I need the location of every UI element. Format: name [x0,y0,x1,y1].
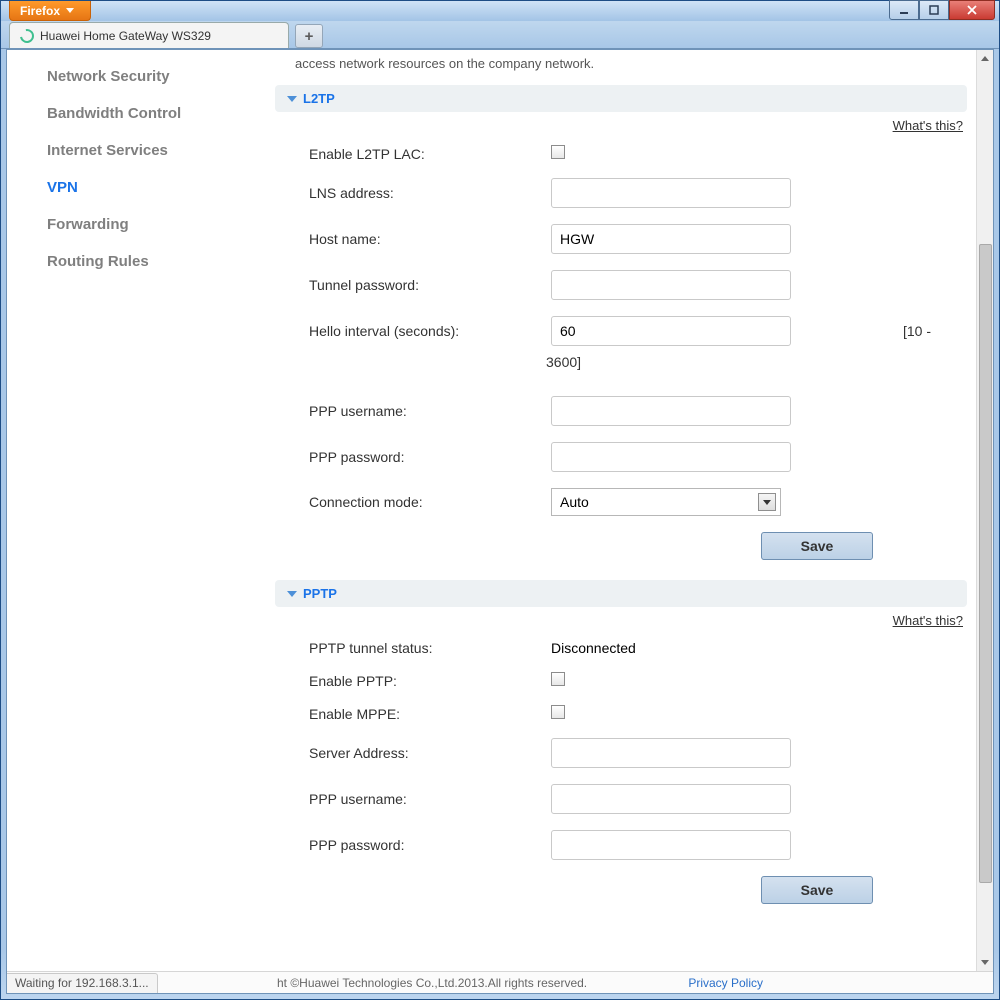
conn-mode-label: Connection mode: [275,480,545,524]
dropdown-icon [758,493,776,511]
conn-mode-select[interactable]: Auto [551,488,781,516]
scrollbar-track[interactable] [978,67,993,954]
pptp-form: PPTP tunnel status: Disconnected Enable … [275,632,967,868]
tab-title: Huawei Home GateWay WS329 [40,29,211,43]
l2tp-form: Enable L2TP LAC: LNS address: Host name: [275,137,967,524]
enable-mppe-checkbox[interactable] [551,705,565,719]
lns-address-label: LNS address: [275,170,545,216]
chevron-down-icon [287,96,297,102]
whats-this-l2tp-link[interactable]: What's this? [893,118,963,133]
sidebar-item-vpn[interactable]: VPN [7,169,267,206]
sidebar-item-forwarding[interactable]: Forwarding [7,206,267,243]
window-controls [889,0,995,20]
hello-interval-label: Hello interval (seconds): [275,308,545,354]
conn-mode-value: Auto [560,494,589,510]
section-pptp-header[interactable]: PPTP [275,580,967,607]
hello-range-suffix: [10 - [897,308,967,354]
tab-favicon-icon [17,26,36,45]
hello-range-below: 3600] [545,354,897,388]
window-titlebar: Firefox [1,1,999,21]
host-name-input[interactable] [551,224,791,254]
l2tp-ppp-user-input[interactable] [551,396,791,426]
browser-tabstrip: Huawei Home GateWay WS329 + [1,21,999,49]
footer-copyright: ht ©Huawei Technologies Co.,Ltd.2013.All… [277,976,587,990]
content-scrollbar[interactable] [976,50,993,971]
browser-status-bar: Waiting for 192.168.3.1... [7,973,158,993]
minimize-button[interactable] [889,0,919,20]
sidebar-item-network-security[interactable]: Network Security [7,58,267,95]
footer-privacy-link[interactable]: Privacy Policy [688,976,763,990]
firefox-menu-button[interactable]: Firefox [9,1,91,21]
pptp-save-button[interactable]: Save [761,876,873,904]
l2tp-ppp-user-label: PPP username: [275,388,545,434]
l2tp-enable-label: Enable L2TP LAC: [275,137,545,170]
enable-pptp-checkbox[interactable] [551,672,565,686]
page-viewport: Network Security Bandwidth Control Inter… [6,49,994,994]
tunnel-password-input[interactable] [551,270,791,300]
sidebar-item-routing-rules[interactable]: Routing Rules [7,243,267,280]
l2tp-save-button[interactable]: Save [761,532,873,560]
scroll-down-icon[interactable] [978,954,993,971]
pptp-status-value: Disconnected [545,632,897,664]
app-window: Firefox Huawei Home GateWay WS329 + [0,0,1000,1000]
pptp-ppp-user-label: PPP username: [275,776,545,822]
pptp-status-label: PPTP tunnel status: [275,632,545,664]
plus-icon: + [305,28,314,45]
pptp-ppp-pw-input[interactable] [551,830,791,860]
whats-this-pptp-link[interactable]: What's this? [893,613,963,628]
scrollbar-thumb[interactable] [979,244,992,883]
sidebar-item-internet-services[interactable]: Internet Services [7,132,267,169]
section-pptp-title: PPTP [303,586,337,601]
host-name-label: Host name: [275,216,545,262]
server-address-label: Server Address: [275,730,545,776]
lns-address-input[interactable] [551,178,791,208]
pptp-ppp-pw-label: PPP password: [275,822,545,868]
intro-text-truncated: access network resources on the company … [275,50,967,79]
browser-tab-active[interactable]: Huawei Home GateWay WS329 [9,22,289,48]
hello-interval-input[interactable] [551,316,791,346]
pptp-ppp-user-input[interactable] [551,784,791,814]
sidebar-nav: Network Security Bandwidth Control Inter… [7,50,267,971]
close-button[interactable] [949,0,995,20]
l2tp-ppp-pw-input[interactable] [551,442,791,472]
enable-pptp-label: Enable PPTP: [275,664,545,697]
section-l2tp-header[interactable]: L2TP [275,85,967,112]
tunnel-password-label: Tunnel password: [275,262,545,308]
new-tab-button[interactable]: + [295,24,323,48]
firefox-menu-label: Firefox [20,4,60,18]
chevron-down-icon [66,8,74,13]
chevron-down-icon [287,591,297,597]
scroll-up-icon[interactable] [978,50,993,67]
main-content: access network resources on the company … [267,50,993,971]
maximize-button[interactable] [919,0,949,20]
sidebar-item-bandwidth-control[interactable]: Bandwidth Control [7,95,267,132]
l2tp-enable-checkbox[interactable] [551,145,565,159]
enable-mppe-label: Enable MPPE: [275,697,545,730]
l2tp-ppp-pw-label: PPP password: [275,434,545,480]
server-address-input[interactable] [551,738,791,768]
section-l2tp-title: L2TP [303,91,335,106]
